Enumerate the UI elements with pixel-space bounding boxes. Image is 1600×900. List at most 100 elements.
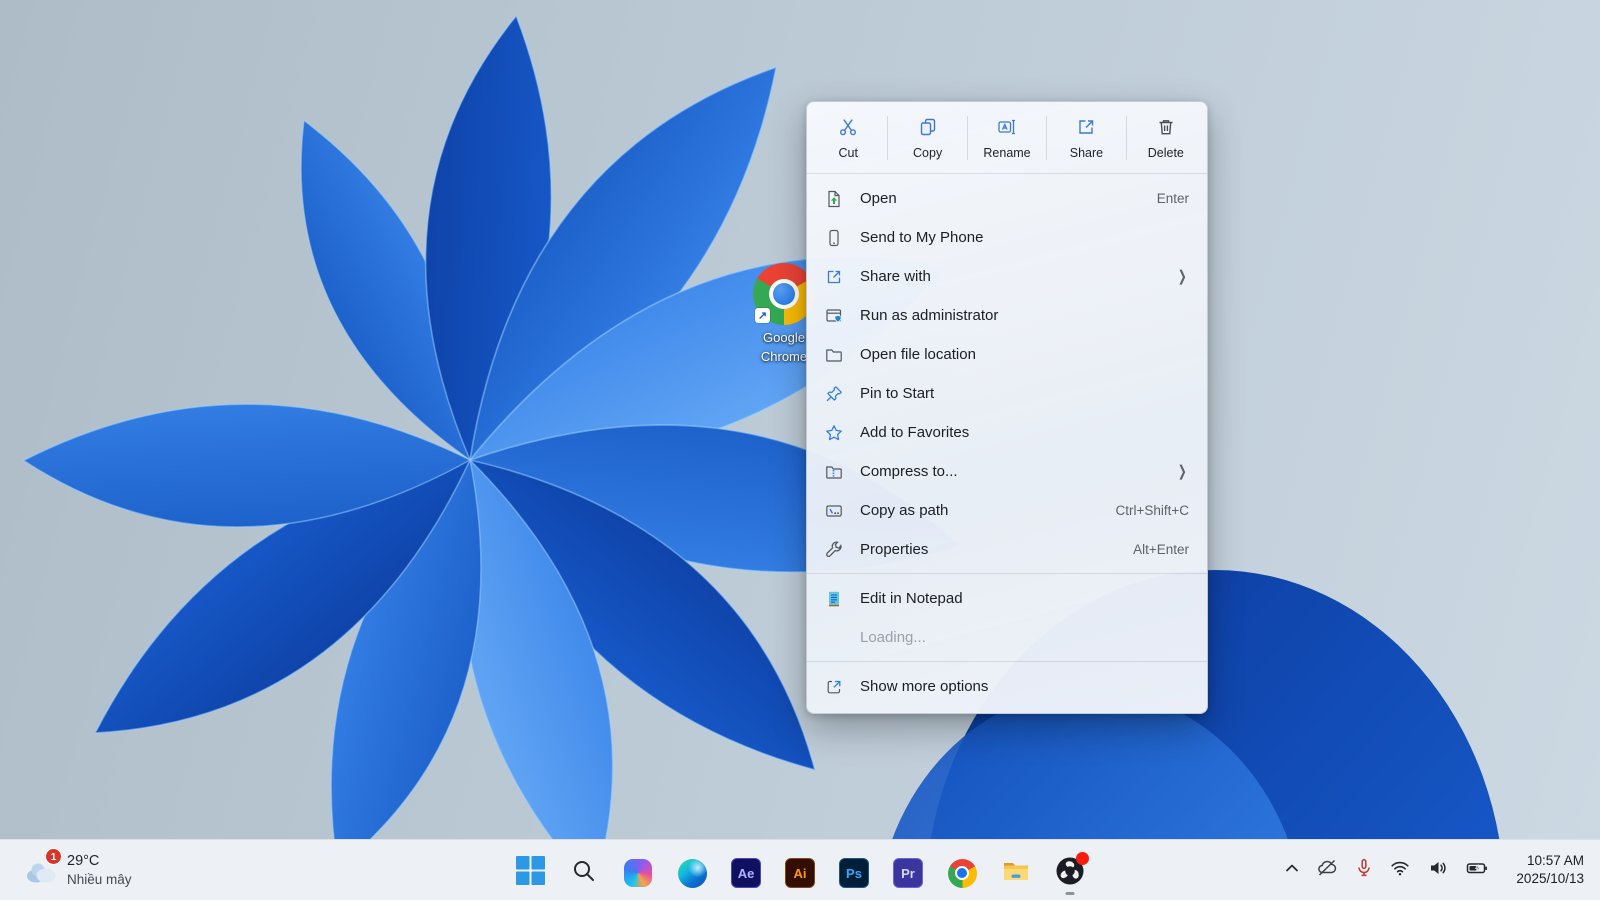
menu-item-edit-in-notepad[interactable]: Edit in Notepad: [807, 579, 1207, 618]
rename-button[interactable]: Rename: [968, 108, 1046, 168]
chevron-up-icon: [1283, 859, 1301, 882]
photoshop-icon: Ps: [839, 858, 869, 888]
weather-condition: Nhiều mây: [67, 871, 132, 889]
menu-item-send-to-my-phone[interactable]: Send to My Phone: [807, 218, 1207, 257]
chrome-button[interactable]: [940, 850, 984, 896]
cut-icon: [837, 116, 859, 143]
delete-icon: [1155, 116, 1177, 143]
battery-charging-icon: [1465, 856, 1489, 885]
phone-icon: [824, 228, 844, 248]
rename-icon: [996, 116, 1018, 143]
star-icon: [824, 423, 844, 443]
delete-label: Delete: [1148, 146, 1184, 160]
clock-date: 2025/10/13: [1516, 870, 1584, 888]
taskbar-app-icons: Ae Ai Ps Pr: [508, 840, 1092, 900]
menu-item-label: Edit in Notepad: [860, 590, 1189, 607]
menu-item-copy-as-path[interactable]: Copy as path Ctrl+Shift+C: [807, 491, 1207, 530]
menu-item-run-as-administrator[interactable]: Run as administrator: [807, 296, 1207, 335]
cloud-slash-icon: [1315, 856, 1339, 885]
onedrive-paused-button[interactable]: [1308, 850, 1346, 890]
start-button[interactable]: [508, 850, 552, 896]
obs-button[interactable]: [1048, 850, 1092, 896]
notification-badge: 1: [45, 848, 62, 865]
admin-shield-icon: [824, 306, 844, 326]
menu-item-label: Open file location: [860, 346, 1189, 363]
copilot-icon: [624, 859, 652, 887]
menu-item-label: Open: [860, 190, 1157, 207]
context-menu: Cut Copy Rename: [806, 101, 1208, 714]
menu-item-show-more-options[interactable]: Show more options: [807, 667, 1207, 706]
menu-item-shortcut: Alt+Enter: [1133, 542, 1189, 557]
search-icon: [571, 858, 597, 889]
shortcut-arrow-badge: ↗: [755, 308, 770, 323]
illustrator-icon: Ai: [785, 858, 815, 888]
speaker-icon: [1427, 857, 1449, 884]
share-label: Share: [1070, 146, 1103, 160]
copilot-button[interactable]: [616, 850, 660, 896]
illustrator-button[interactable]: Ai: [778, 850, 822, 896]
menu-item-compress-to[interactable]: Compress to... ❯: [807, 452, 1207, 491]
windows-start-icon: [516, 856, 545, 890]
copy-button[interactable]: Copy: [888, 108, 966, 168]
menu-item-open-file-location[interactable]: Open file location: [807, 335, 1207, 374]
edge-icon: [678, 859, 707, 888]
wifi-button[interactable]: [1382, 850, 1418, 890]
loading-icon-placeholder: [824, 628, 844, 648]
menu-item-label: Copy as path: [860, 502, 1115, 519]
show-more-options-icon: [824, 677, 844, 697]
copy-as-path-icon: [824, 501, 844, 521]
premiere-button[interactable]: Pr: [886, 850, 930, 896]
menu-item-label: Send to My Phone: [860, 229, 1189, 246]
compress-zip-icon: [824, 462, 844, 482]
copy-label: Copy: [913, 146, 942, 160]
menu-item-open[interactable]: Open Enter: [807, 179, 1207, 218]
menu-item-label: Add to Favorites: [860, 424, 1189, 441]
menu-item-loading: Loading...: [807, 618, 1207, 657]
file-explorer-button[interactable]: [994, 850, 1038, 896]
share-with-icon: [824, 267, 844, 287]
menu-item-pin-to-start[interactable]: Pin to Start: [807, 374, 1207, 413]
weather-widget[interactable]: 1 29°C Nhiều mây: [14, 840, 142, 900]
quick-settings-group: [1382, 850, 1496, 890]
menu-item-properties[interactable]: Properties Alt+Enter: [807, 530, 1207, 569]
wrench-icon: [824, 540, 844, 560]
battery-button[interactable]: [1458, 850, 1496, 890]
menu-item-add-to-favorites[interactable]: Add to Favorites: [807, 413, 1207, 452]
submenu-chevron-icon: ❯: [1178, 269, 1187, 284]
menu-item-label: Properties: [860, 541, 1133, 558]
menu-item-label: Show more options: [860, 678, 1189, 695]
photoshop-button[interactable]: Ps: [832, 850, 876, 896]
notepad-icon: [824, 589, 844, 609]
pin-icon: [824, 384, 844, 404]
search-button[interactable]: [562, 850, 606, 896]
copy-icon: [917, 116, 939, 143]
wifi-icon: [1389, 857, 1411, 884]
hidden-icons-button[interactable]: [1276, 850, 1308, 890]
menu-item-label: Run as administrator: [860, 307, 1189, 324]
edge-button[interactable]: [670, 850, 714, 896]
clock[interactable]: 10:57 AM 2025/10/13: [1510, 848, 1590, 892]
taskbar: 1 29°C Nhiều mây: [0, 839, 1600, 900]
file-explorer-icon: [1001, 856, 1031, 891]
menu-item-share-with[interactable]: Share with ❯: [807, 257, 1207, 296]
volume-button[interactable]: [1420, 850, 1456, 890]
context-menu-toolbar: Cut Copy Rename: [807, 102, 1207, 173]
share-button[interactable]: Share: [1047, 108, 1125, 168]
menu-item-label: Share with: [860, 268, 1176, 285]
microphone-button[interactable]: [1346, 850, 1382, 890]
rename-label: Rename: [983, 146, 1030, 160]
menu-item-shortcut: Ctrl+Shift+C: [1115, 503, 1189, 518]
menu-item-label: Compress to...: [860, 463, 1176, 480]
context-menu-footer: Show more options: [807, 662, 1207, 713]
wallpaper-bloom: [0, 0, 1600, 900]
system-tray: 10:57 AM 2025/10/13: [1276, 840, 1590, 900]
obs-notification-badge: [1076, 852, 1089, 865]
delete-button[interactable]: Delete: [1127, 108, 1205, 168]
submenu-chevron-icon: ❯: [1178, 464, 1187, 479]
chrome-icon: [948, 859, 977, 888]
cut-button[interactable]: Cut: [809, 108, 887, 168]
open-icon: [824, 189, 844, 209]
after-effects-button[interactable]: Ae: [724, 850, 768, 896]
microphone-icon: [1353, 857, 1375, 884]
cloud-weather-icon: [24, 872, 58, 889]
